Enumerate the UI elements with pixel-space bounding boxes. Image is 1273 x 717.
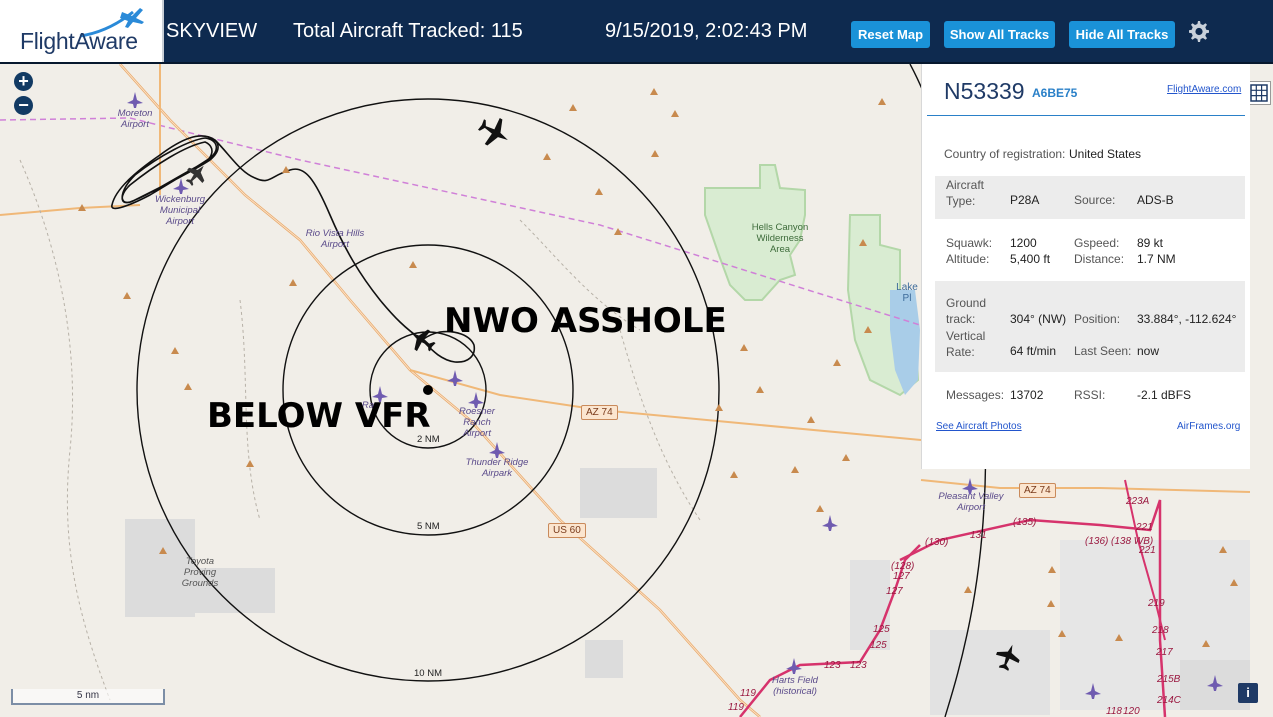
country-label: Country of registration: [944, 147, 1066, 161]
zoom-in-button[interactable]: + [14, 72, 33, 91]
last-seen-value: now [1137, 344, 1160, 358]
panel-divider [927, 115, 1245, 116]
road-number: 217 [1156, 647, 1173, 658]
rssi-value: -2.1 dBFS [1137, 388, 1192, 402]
road-number: (130) [925, 537, 949, 548]
airframes-link[interactable]: AirFrames.org [1177, 421, 1240, 432]
aircraft-info-panel: N53339 A6BE75 FlightAware.com Country of… [921, 64, 1250, 469]
road-number: 127 [886, 586, 903, 597]
country-value: United States [1069, 147, 1142, 161]
gspeed-value: 89 kt [1137, 236, 1164, 250]
road-number: 131 [970, 530, 987, 541]
show-all-tracks-button[interactable]: Show All Tracks [944, 21, 1055, 48]
map-label-roesner: Roesner Ranch Airport [459, 406, 495, 439]
top-bar: FlightAware SKYVIEW Total Aircraft Track… [0, 0, 1273, 64]
map-label-pleasant-valley: Pleasant Valley Airport [938, 491, 1004, 513]
range-ring-label-5nm: 5 NM [417, 521, 440, 532]
road-number: 219 [1148, 598, 1165, 609]
road-number: 214C [1157, 695, 1181, 706]
flightaware-link[interactable]: FlightAware.com [1167, 84, 1241, 95]
squawk-value: 1200 [1010, 236, 1037, 250]
map-label-lake: Lake Pl [896, 282, 918, 304]
road-number: 215B [1157, 674, 1181, 685]
messages-label: Messages: [946, 388, 1005, 402]
map-label-thunder-ridge: Thunder Ridge Airpark [465, 457, 529, 479]
road-number: 119 [740, 688, 756, 699]
aircraft-type-label: Aircraft Type: [946, 178, 985, 208]
road-number: (135) [1013, 517, 1037, 528]
road-number: (136) [1085, 536, 1109, 547]
map-label-toyota: Toyota Proving Grounds [181, 556, 219, 589]
messages-value: 13702 [1010, 388, 1044, 402]
last-seen-label: Last Seen: [1074, 344, 1132, 358]
road-number: 218 [1152, 625, 1169, 636]
ground-track-label: Ground track: [946, 296, 987, 326]
flightaware-logo[interactable]: FlightAware [0, 0, 164, 62]
range-ring-label-10nm: 10 NM [414, 668, 442, 679]
receiver-location [423, 385, 433, 395]
table-view-icon[interactable] [1247, 81, 1271, 105]
road-number: 125 [870, 640, 887, 651]
position-label: Position: [1074, 312, 1121, 326]
road-shield-az74: AZ 74 [1019, 483, 1056, 498]
map-label-harts-field: Harts Field (historical) [772, 675, 818, 697]
road-number: 221 [1136, 522, 1153, 533]
gear-icon[interactable] [1186, 20, 1210, 44]
road-number: 123 [850, 660, 867, 671]
aircraft-photos-link[interactable]: See Aircraft Photos [936, 421, 1022, 432]
map-label-moreton: Moreton Airport [117, 108, 153, 130]
position-value: 33.884°, -112.624° [1137, 312, 1237, 326]
road-number: 118 [1106, 706, 1122, 717]
info-button[interactable]: i [1238, 683, 1258, 703]
road-number: 125 [873, 624, 890, 635]
road-number: 127 [893, 571, 910, 582]
road-number: 123 [824, 660, 841, 671]
road-number: 120 [1123, 706, 1140, 717]
app-name: SKYVIEW [166, 20, 258, 42]
rssi-label: RSSI: [1074, 388, 1106, 402]
altitude-value: 5,400 ft [1010, 252, 1051, 266]
aircraft-registration: N53339 [944, 78, 1025, 104]
map-scale-bar: 5 nm [11, 689, 165, 705]
map-label-wickenburg: Wickenburg Municipal Airport [154, 194, 206, 227]
vertical-rate-label: Vertical Rate: [946, 329, 986, 359]
road-number: 119 [728, 702, 744, 713]
altitude-label: Altitude: [946, 252, 990, 266]
squawk-label: Squawk: [946, 236, 993, 250]
map-label-rio-vista: Rio Vista Hills Airport [305, 228, 365, 250]
ground-track-value: 304° (NW) [1010, 312, 1067, 326]
vertical-rate-value: 64 ft/min [1010, 344, 1057, 358]
total-aircraft-tracked: Total Aircraft Tracked: 115 [293, 20, 523, 42]
zoom-out-button[interactable]: − [14, 96, 33, 115]
map-label-hells-canyon: Hells Canyon Wilderness Area [751, 222, 809, 255]
logo-text: FlightAware [20, 28, 138, 54]
current-datetime: 9/15/2019, 2:02:43 PM [605, 20, 808, 42]
distance-label: Distance: [1074, 252, 1125, 266]
source-label: Source: [1074, 193, 1116, 207]
hide-all-tracks-button[interactable]: Hide All Tracks [1069, 21, 1175, 48]
road-shield-us60: US 60 [548, 523, 586, 538]
overlay-text-bottom: BELOW VFR [207, 396, 431, 436]
aircraft-hex-code: A6BE75 [1032, 86, 1078, 100]
road-shield-az74: AZ 74 [581, 405, 618, 420]
gspeed-label: Gspeed: [1074, 236, 1120, 250]
aircraft-icon [478, 118, 508, 146]
distance-value: 1.7 NM [1137, 252, 1176, 266]
flight-track [111, 135, 423, 341]
aircraft-type-value: P28A [1010, 193, 1040, 207]
road-number: 221 [1139, 545, 1156, 556]
reset-map-button[interactable]: Reset Map [851, 21, 930, 48]
road-number: 223A [1126, 496, 1150, 507]
overlay-text-top: NWO ASSHOLE [444, 301, 727, 341]
source-value: ADS-B [1137, 193, 1174, 207]
